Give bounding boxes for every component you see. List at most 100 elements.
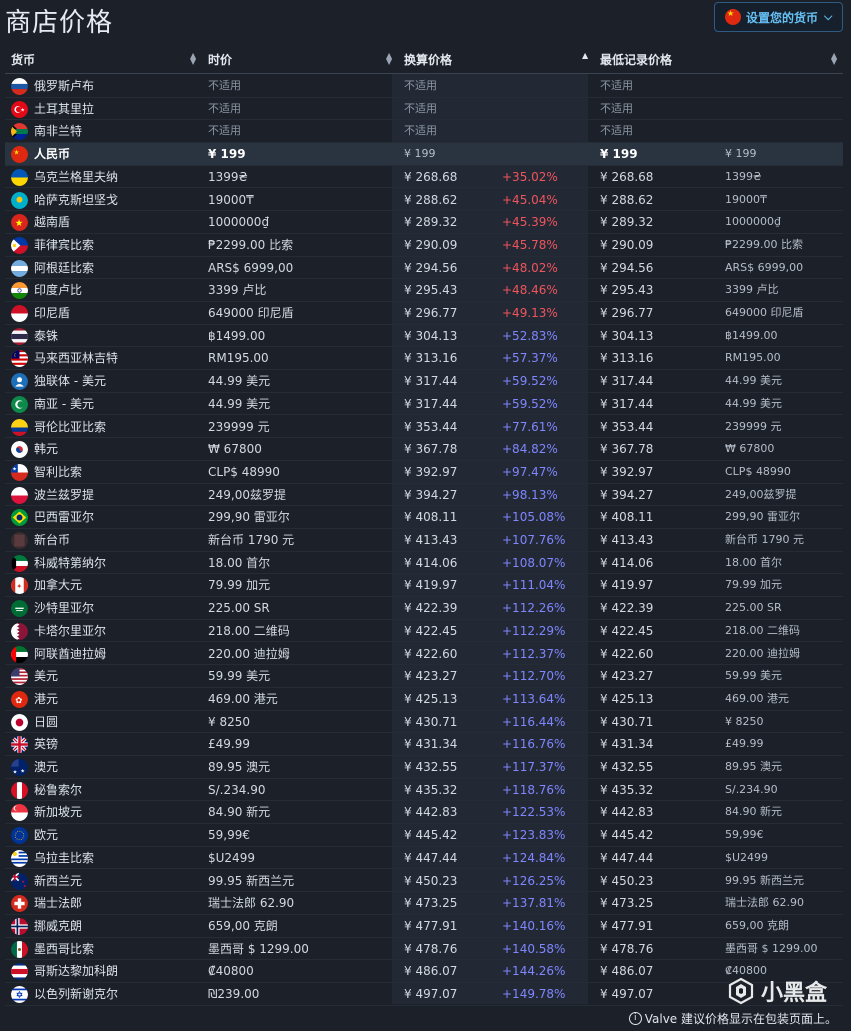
sort-icon[interactable]: ▲ ▼ <box>386 52 392 66</box>
lowest-price-cell: ¥ 450.23 <box>600 873 654 888</box>
table-row: 南亚 - 美元 44.99 美元 ¥ 317.44 +59.52% ¥ 317.44 44… <box>5 393 843 416</box>
lowest-orig-price-cell: ₱2299.00 比索 <box>725 237 803 251</box>
price-cell: 不适用 <box>208 124 241 138</box>
lowest-orig-price-cell: 44.99 美元 <box>725 396 782 410</box>
table-row: 沙特里亚尔 225.00 SR ¥ 422.39 +112.26% ¥ 422.39 22… <box>5 597 843 620</box>
lowest-price-cell: 不适用 <box>600 101 633 115</box>
price-diff-percent: +116.76% <box>502 737 566 752</box>
currency-name: 韩元 <box>34 442 59 457</box>
price-diff-percent: +116.44% <box>502 714 566 729</box>
price-diff-percent: +48.46% <box>502 283 558 298</box>
currency-name: 新西兰元 <box>34 873 83 888</box>
currency-name: 沙特里亚尔 <box>34 601 95 616</box>
converted-price-cell: ¥ 497.07 <box>404 987 458 1001</box>
table-header: 货币 ▲ ▼ 时价 ▲ ▼ 换算价格 ▲ 最低记录价格 ▲ ▼ <box>5 44 843 74</box>
price-cell: 44.99 美元 <box>208 396 271 411</box>
currency-name: 阿联酋迪拉姆 <box>34 646 107 661</box>
table-row: 新加坡元 84.90 新元 ¥ 442.83 +122.53% ¥ 442.83 84.9… <box>5 801 843 825</box>
price-diff-percent: +108.07% <box>502 555 566 570</box>
table-row: ★ ★ 新西兰元 99.95 新西兰元 ¥ 450.23 +126.25% ¥ 450.23… <box>5 870 843 893</box>
price-cell: 239999 元 <box>208 419 270 434</box>
currency-name: 泰铢 <box>34 328 59 343</box>
currency-name: 俄罗斯卢布 <box>34 79 95 93</box>
price-diff-percent: +149.78% <box>502 987 566 1001</box>
table-row: ★ 人民币 ¥ 199 ¥ 199 ¥ 199 ¥ 199 <box>5 143 843 166</box>
qatar-flag-icon <box>11 622 28 640</box>
header-converted[interactable]: 换算价格 <box>404 44 452 74</box>
table-row: 以色列新谢克尔 ₪239.00 ¥ 497.07 +149.78% ¥ 497.07 <box>5 983 843 1006</box>
converted-price-cell: ¥ 422.45 <box>404 623 458 638</box>
lowest-orig-price-cell: 239999 元 <box>725 419 782 433</box>
table-row: 科威特第纳尔 18.00 首尔 ¥ 414.06 +108.07% ¥ 414.06 18… <box>5 552 843 575</box>
header-lowest[interactable]: 最低记录价格 <box>600 44 672 74</box>
header-converted-label: 换算价格 <box>404 52 453 67</box>
russia-flag-icon <box>11 78 28 95</box>
table-row: 阿联酋迪拉姆 220.00 迪拉姆 ¥ 422.60 +112.37% ¥ 422.60… <box>5 643 843 666</box>
philippines-flag-icon <box>11 236 28 254</box>
table-row: 南非兰特 不适用 不适用 不适用 <box>5 120 843 144</box>
lowest-price-cell: ¥ 445.42 <box>600 828 654 843</box>
thailand-flag-icon <box>11 327 28 345</box>
price-diff-percent: +45.39% <box>502 215 558 230</box>
south-africa-flag-icon <box>11 123 28 141</box>
table-row: 欧元 59,99€ ¥ 445.42 +123.83% ¥ 445.42 59,99€ <box>5 824 843 847</box>
lowest-price-cell: ¥ 294.56 <box>600 260 654 275</box>
svg-text:✦: ✦ <box>16 583 22 591</box>
currency-name: 哥伦比亚比索 <box>34 419 107 434</box>
table-row: 哥斯达黎加科朗 ₡40800 ¥ 486.07 +144.26% ¥ 486.07 ₡40… <box>5 960 843 983</box>
lowest-price-cell: ¥ 295.43 <box>600 283 654 298</box>
uk-flag-icon <box>11 736 28 754</box>
table-row: 墨西哥比索 墨西哥 $ 1299.00 ¥ 478.76 +140.58% ¥ 478.… <box>5 938 843 961</box>
lowest-price-cell: ¥ 288.62 <box>600 192 654 207</box>
lowest-price-cell: ¥ 432.55 <box>600 760 654 774</box>
kazakhstan-flag-icon <box>11 191 28 209</box>
footer-note: i Valve 建议价格显示在包装页面上。 <box>628 1010 837 1027</box>
price-cell: 218.00 二维码 <box>208 623 290 638</box>
price-cell: 44.99 美元 <box>208 374 271 389</box>
singapore-flag-icon <box>11 804 28 822</box>
table-row: 阿根廷比索 ARS$ 6999,00 ¥ 294.56 +48.02% ¥ 294.56… <box>5 257 843 280</box>
lowest-orig-price-cell: 89.95 澳元 <box>725 760 782 773</box>
sort-icon[interactable]: ▲ ▼ <box>190 52 196 66</box>
lowest-orig-price-cell: 659,00 克朗 <box>725 918 789 932</box>
lowest-price-cell: ¥ 353.44 <box>600 419 654 434</box>
sort-icon[interactable]: ▲ ▼ <box>831 52 837 66</box>
currency-name: 卡塔尔里亚尔 <box>34 623 107 638</box>
price-cell: 19000₸ <box>208 192 254 207</box>
lowest-orig-price-cell: S/.234.90 <box>725 782 778 796</box>
price-cell: ARS$ 6999,00 <box>208 260 294 275</box>
lowest-price-cell: ¥ 422.39 <box>600 601 654 616</box>
lowest-orig-price-cell: 299,90 雷亚尔 <box>725 510 800 524</box>
cis-flag-icon <box>11 373 28 391</box>
price-cell: 59.99 美元 <box>208 669 271 684</box>
table-row: 巴西雷亚尔 299,90 雷亚尔 ¥ 408.11 +105.08% ¥ 408.11 2… <box>5 506 843 529</box>
colombia-flag-icon <box>11 418 28 436</box>
converted-price-cell: ¥ 422.39 <box>404 601 458 616</box>
lowest-price-cell: ¥ 423.27 <box>600 669 654 684</box>
price-cell: $U2499 <box>208 850 255 865</box>
svg-text:★: ★ <box>15 218 23 229</box>
svg-text:★: ★ <box>14 149 20 157</box>
lowest-price-cell: ¥ 442.83 <box>600 805 654 820</box>
price-diff-percent: +122.53% <box>502 805 566 820</box>
currency-name: 美元 <box>34 669 59 684</box>
watermark-text: 小黑盒 <box>760 981 827 1006</box>
converted-price-cell: ¥ 442.83 <box>404 805 458 820</box>
south-asia-flag-icon <box>11 395 28 413</box>
lowest-orig-price-cell: ¥ 199 <box>725 147 757 161</box>
header-price[interactable]: 时价 <box>208 44 232 74</box>
lowest-price-cell: ¥ 367.78 <box>600 442 654 457</box>
currency-name: 南亚 - 美元 <box>34 396 94 411</box>
lowest-price-cell: ¥ 289.32 <box>600 215 654 230</box>
table-row: ★ 土耳其里拉 不适用 不适用 不适用 <box>5 98 843 121</box>
lowest-price-cell: ¥ 408.11 <box>600 510 654 525</box>
converted-price-cell: ¥ 477.91 <box>404 918 458 933</box>
currency-name: 港元 <box>34 691 59 706</box>
price-cell: 79.99 加元 <box>208 578 271 593</box>
sort-asc-icon[interactable]: ▲ <box>582 52 588 60</box>
header-currency[interactable]: 货币 <box>11 44 35 74</box>
set-currency-button[interactable]: 设置您的货币 ⌵ <box>714 2 843 32</box>
lowest-price-cell: ¥ 317.44 <box>600 374 654 389</box>
price-table: 货币 ▲ ▼ 时价 ▲ ▼ 换算价格 ▲ 最低记录价格 ▲ ▼ 俄罗斯卢布 不适用 不适用… <box>5 44 843 1006</box>
svg-text:★: ★ <box>20 107 25 113</box>
